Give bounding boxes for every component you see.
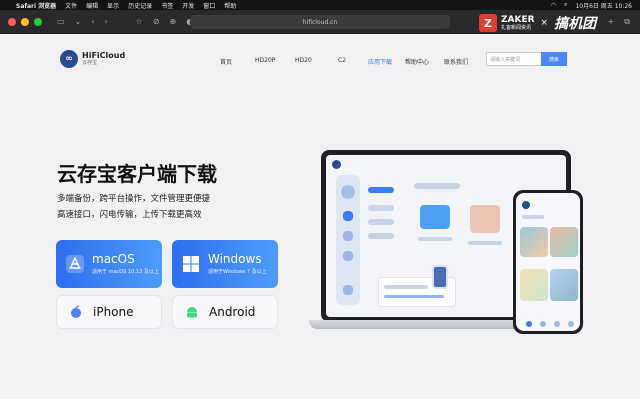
app-sidebar	[336, 175, 360, 305]
watermark-tagline: 扎客新闻资讯	[501, 24, 532, 31]
clock-text[interactable]: 10月6日 周五 10:26	[575, 1, 632, 10]
nav-c2[interactable]: C2	[338, 57, 346, 64]
logo-name: HiFiCloud	[82, 51, 126, 60]
url-text: hificloud.cn	[302, 18, 338, 26]
macos-download-button[interactable]: macOS 适用于 macOS 10.13 及以上	[56, 240, 162, 288]
content-header-bar	[414, 183, 460, 189]
iphone-download-button[interactable]: iPhone	[56, 295, 162, 329]
menu-file[interactable]: 文件	[65, 1, 77, 10]
hificloud-logo-icon: ∞	[60, 50, 78, 68]
zaker-watermark: Z ZAKER 扎客新闻资讯 × 搞机团	[479, 13, 596, 33]
macos-note: 适用于 macOS 10.13 及以上	[92, 269, 159, 275]
close-window-button[interactable]	[8, 17, 16, 26]
menu-app-safari[interactable]: Safari 浏览器	[16, 1, 56, 10]
nav-app-download[interactable]: 应用下载	[368, 57, 392, 66]
menu-window[interactable]: 窗口	[203, 1, 215, 10]
menu-edit[interactable]: 编辑	[86, 1, 98, 10]
menu-item-active	[368, 187, 394, 193]
app-store-icon	[66, 255, 84, 273]
search-input[interactable]: 请输入关键词	[486, 52, 542, 66]
tab-profile-icon	[568, 321, 574, 327]
usb-drive-icon	[432, 265, 448, 289]
logo-subtitle: 云存宝	[82, 60, 98, 66]
iphone-label: iPhone	[93, 304, 134, 319]
avatar	[341, 185, 355, 199]
tab-photos-icon	[554, 321, 560, 327]
file-caption	[468, 241, 502, 245]
new-tab-icon[interactable]: +	[608, 17, 615, 27]
forward-icon[interactable]: ›	[104, 17, 107, 26]
watermark-times: ×	[540, 18, 549, 28]
app-logo-icon	[522, 201, 530, 209]
nav-contact[interactable]: 联系我们	[444, 57, 468, 66]
home-icon	[343, 211, 353, 221]
zoom-window-button[interactable]	[34, 17, 42, 26]
menu-view[interactable]: 显示	[107, 1, 119, 10]
file-caption	[418, 237, 452, 241]
photo-tile	[520, 269, 548, 301]
search-placeholder: 请输入关键词	[490, 56, 521, 63]
tab-overview-icon[interactable]: ⧉	[624, 17, 630, 27]
app-logo-icon	[332, 160, 341, 169]
progress-bar	[384, 295, 444, 298]
windows-logo-icon	[182, 255, 200, 273]
share-icon[interactable]: ⊕	[170, 17, 177, 26]
windows-download-button[interactable]: Windows 适用于Windows 7 及以上	[172, 240, 278, 288]
apple-logo-icon	[67, 303, 85, 321]
nav-help-center[interactable]: 帮助中心	[405, 57, 429, 66]
android-download-button[interactable]: Android	[172, 295, 278, 329]
menu-item	[368, 233, 394, 239]
macos-menu-bar: Safari 浏览器 文件 编辑 显示 历史记录 书签 开发 窗口 帮助 ◠ ⌕…	[0, 0, 640, 10]
menu-bookmarks[interactable]: 书签	[161, 1, 173, 10]
wifi-icon[interactable]: ◠	[551, 2, 556, 9]
android-logo-icon	[183, 303, 201, 321]
macos-label: macOS	[92, 252, 135, 266]
menu-item	[368, 205, 394, 211]
windows-label: Windows	[208, 252, 262, 266]
watermark-brand: ZAKER	[501, 14, 535, 25]
phone-header-bar	[522, 215, 544, 219]
chevron-down-icon[interactable]: ⌄	[75, 17, 82, 26]
site-header: ∞ HiFiCloud 云存宝 首页 HD20P HD20 C2 应用下载 帮助…	[0, 34, 640, 84]
address-bar[interactable]: hificloud.cn	[190, 15, 450, 29]
nav-hd20p[interactable]: HD20P	[255, 57, 275, 64]
back-icon[interactable]: ‹	[91, 17, 94, 26]
tab-files-icon	[540, 321, 546, 327]
menu-help[interactable]: 帮助	[224, 1, 236, 10]
menu-item	[368, 219, 394, 225]
search-status-icon[interactable]: ⌕	[564, 1, 567, 9]
hero-line-2: 高速接口，闪电传输，上传下载更高效	[57, 210, 202, 220]
nav-hd20[interactable]: HD20	[295, 57, 312, 64]
image-thumbnail-icon	[470, 205, 500, 233]
minimize-window-button[interactable]	[21, 17, 29, 26]
menu-history[interactable]: 历史记录	[128, 1, 152, 10]
site-logo[interactable]: ∞ HiFiCloud 云存宝	[60, 50, 125, 68]
settings-icon	[343, 285, 353, 295]
windows-note: 适用于Windows 7 及以上	[208, 269, 267, 275]
privacy-report-icon[interactable]: ⊘	[153, 17, 160, 26]
sidebar-toggle-icon[interactable]: ▭	[57, 17, 65, 26]
page-title: 云存宝客户端下载	[57, 162, 217, 186]
photo-tile	[520, 227, 548, 257]
nav-home[interactable]: 首页	[220, 57, 232, 66]
phone-screen	[516, 193, 580, 331]
hero-line-1: 多端备份，跨平台操作，文件管理更便捷	[57, 194, 211, 204]
photo-tile	[550, 269, 578, 301]
photo-tile	[550, 227, 578, 257]
phone-illustration	[513, 190, 583, 334]
star-icon[interactable]: ☆	[136, 17, 143, 26]
folder-thumbnail-icon	[420, 205, 450, 229]
zaker-logo-icon: Z	[479, 14, 497, 32]
android-label: Android	[209, 304, 256, 319]
photo-icon	[343, 251, 353, 261]
folder-icon	[343, 231, 353, 241]
search-button[interactable]: 搜索	[541, 52, 567, 66]
tab-home-icon	[526, 321, 532, 327]
watermark-partner: 搞机团	[554, 16, 597, 32]
menu-develop[interactable]: 开发	[182, 1, 194, 10]
progress-title-bar	[384, 285, 428, 289]
